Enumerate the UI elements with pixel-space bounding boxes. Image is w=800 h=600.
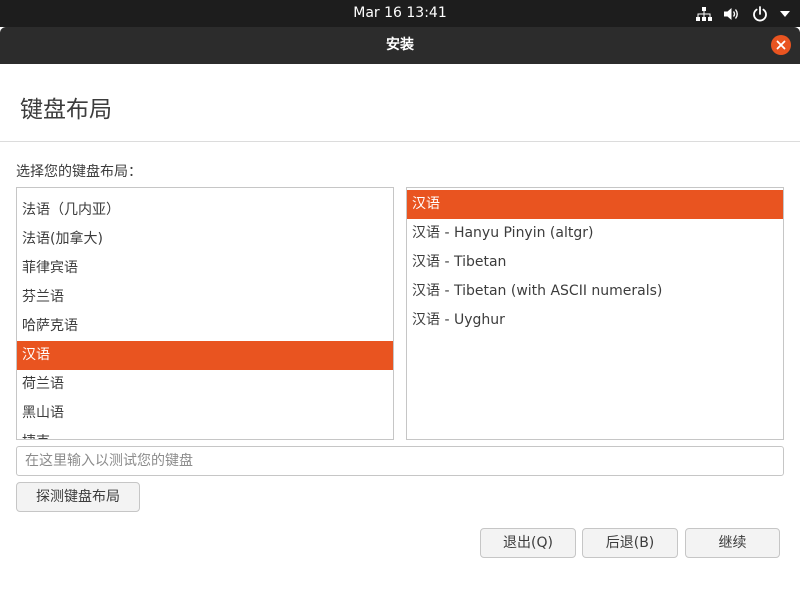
list-item[interactable]: 汉语 [17, 341, 393, 370]
list-item[interactable]: 汉语 - Tibetan [407, 248, 783, 277]
close-icon [776, 40, 786, 50]
list-item[interactable]: 法语（几内亚） [17, 196, 393, 225]
page-title: 键盘布局 [20, 97, 112, 123]
list-item[interactable]: 芬兰语 [17, 283, 393, 312]
top-bar: Mar 16 13:41 [0, 0, 800, 27]
window-header: 安装 [0, 27, 800, 64]
list-item[interactable]: 汉语 - Uyghur [407, 306, 783, 335]
divider [0, 141, 800, 142]
system-tray[interactable] [696, 0, 790, 27]
list-item[interactable]: 荷兰语 [17, 370, 393, 399]
keyboard-variant-list[interactable]: 汉语 汉语 - Hanyu Pinyin (altgr) 汉语 - Tibeta… [406, 187, 784, 440]
list-item[interactable]: 汉语 - Tibetan (with ASCII numerals) [407, 277, 783, 306]
layout-prompt-label: 选择您的键盘布局： [16, 164, 142, 180]
list-item[interactable]: 捷克 [17, 428, 393, 439]
quit-button[interactable]: 退出(Q) [480, 528, 576, 558]
close-button[interactable] [771, 35, 791, 55]
chevron-down-icon[interactable] [780, 10, 790, 18]
list-item[interactable]: 汉语 - Hanyu Pinyin (altgr) [407, 219, 783, 248]
list-item[interactable]: 法语（法国） [17, 188, 393, 196]
list-item[interactable]: 汉语 [407, 190, 783, 219]
keyboard-layout-list[interactable]: 法语（法国） 法语（几内亚） 法语(加拿大) 菲律宾语 芬兰语 哈萨克语 汉语 … [16, 187, 394, 440]
list-item[interactable]: 菲律宾语 [17, 254, 393, 283]
power-icon[interactable] [752, 5, 768, 22]
list-item[interactable]: 哈萨克语 [17, 312, 393, 341]
back-button[interactable]: 后退(B) [582, 528, 678, 558]
window-title: 安装 [386, 37, 414, 53]
detect-layout-button[interactable]: 探测键盘布局 [16, 482, 140, 512]
list-item[interactable]: 法语(加拿大) [17, 225, 393, 254]
list-item[interactable]: 黑山语 [17, 399, 393, 428]
volume-icon[interactable] [724, 7, 740, 21]
keyboard-test-input[interactable] [16, 446, 784, 476]
clock[interactable]: Mar 16 13:41 [0, 0, 800, 27]
network-icon[interactable] [696, 6, 712, 21]
continue-button[interactable]: 继续 [685, 528, 780, 558]
